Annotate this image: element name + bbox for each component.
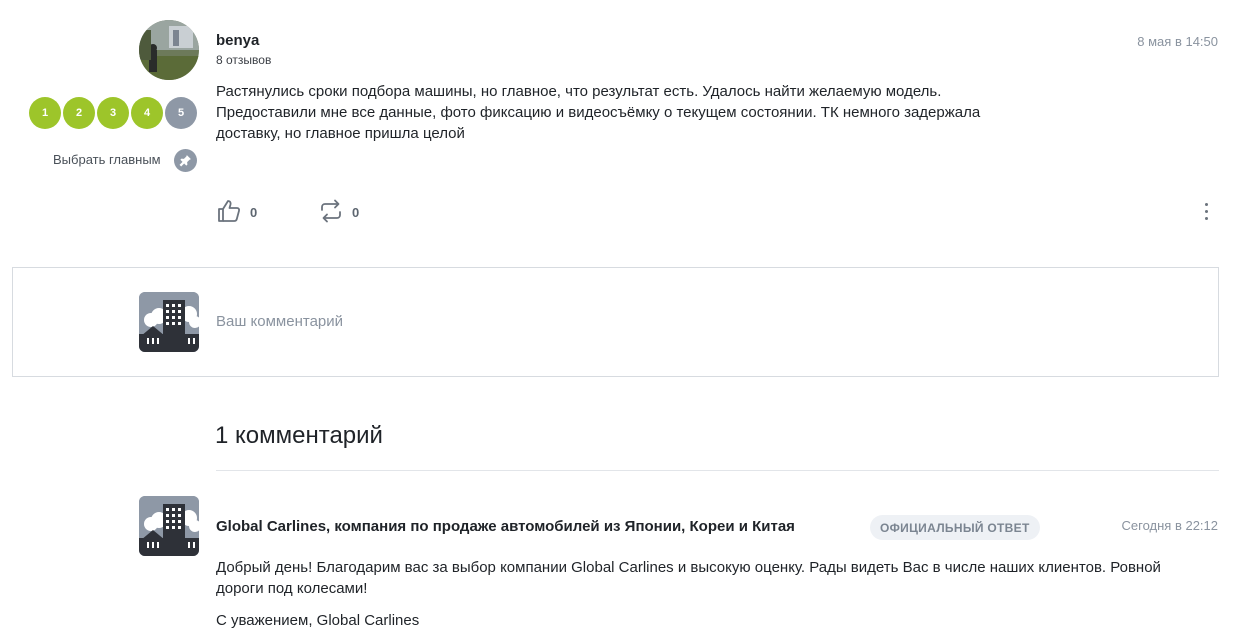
comment-input[interactable]: Ваш комментарий bbox=[216, 313, 343, 330]
pin-label[interactable]: Выбрать главным bbox=[53, 152, 161, 167]
thumbs-up-icon bbox=[218, 200, 241, 222]
rating-circle-2: 2 bbox=[63, 97, 95, 129]
repost-icon bbox=[321, 199, 341, 223]
comment-text: Добрый день! Благодарим вас за выбор ком… bbox=[216, 559, 1161, 597]
rating-circle-4: 4 bbox=[131, 97, 163, 129]
like-count: 0 bbox=[250, 205, 258, 220]
comment-date: Сегодня в 22:12 bbox=[1121, 518, 1218, 533]
rating-scale: 1 2 3 4 5 bbox=[29, 97, 197, 129]
official-reply-badge: ОФИЦИАЛЬНЫЙ ОТВЕТ bbox=[870, 515, 1040, 540]
building-icon bbox=[139, 496, 199, 556]
like-button[interactable] bbox=[216, 198, 242, 224]
review-author-name[interactable]: benya bbox=[216, 32, 259, 49]
company-avatar[interactable] bbox=[139, 496, 199, 556]
repost-button[interactable] bbox=[318, 198, 344, 224]
comments-heading: 1 комментарий bbox=[215, 422, 383, 449]
user-avatar[interactable] bbox=[139, 20, 199, 80]
more-options-button[interactable] bbox=[1198, 198, 1214, 224]
pin-icon bbox=[179, 155, 191, 167]
rating-circle-3: 3 bbox=[97, 97, 129, 129]
repost-count: 0 bbox=[352, 205, 360, 220]
review-date: 8 мая в 14:50 bbox=[1137, 34, 1218, 49]
building-icon bbox=[139, 292, 199, 352]
comment-signature: С уважением, Global Carlines bbox=[216, 612, 420, 629]
comments-divider bbox=[216, 470, 1219, 471]
rating-circle-5: 5 bbox=[165, 97, 197, 129]
rating-circle-1: 1 bbox=[29, 97, 61, 129]
comment-author-name[interactable]: Global Carlines, компания по продаже авт… bbox=[216, 518, 795, 535]
pin-button[interactable] bbox=[174, 149, 197, 172]
review-author-count: 8 отзывов bbox=[216, 53, 272, 67]
commenter-avatar bbox=[139, 292, 199, 352]
user-photo-icon bbox=[139, 20, 199, 80]
vertical-dots-icon bbox=[1204, 202, 1208, 206]
review-text: Растянулись сроки подбора машины, но гла… bbox=[216, 83, 981, 142]
